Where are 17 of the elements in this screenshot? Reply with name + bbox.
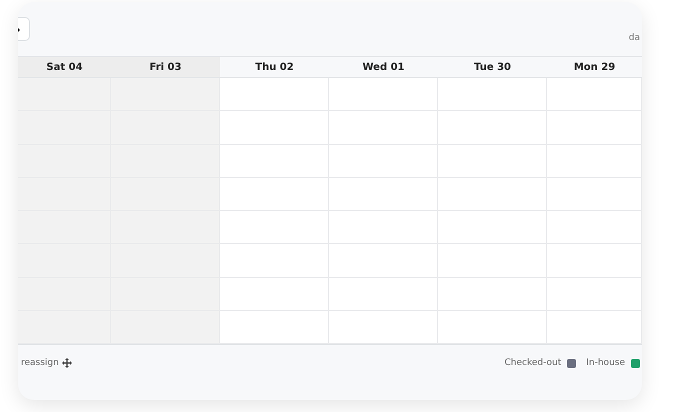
calendar-cell[interactable] bbox=[329, 311, 438, 344]
calendar-cell[interactable] bbox=[547, 311, 642, 344]
day-header: Fri 03 bbox=[111, 57, 220, 77]
legend-label: In-house bbox=[586, 358, 625, 368]
day-header: Sat 04 bbox=[18, 57, 111, 77]
view-label: da bbox=[628, 33, 640, 43]
calendar-cell[interactable] bbox=[438, 311, 547, 344]
reassign-hint: reassign bbox=[21, 358, 59, 368]
calendar-cell[interactable] bbox=[220, 78, 329, 112]
calendar-cell[interactable] bbox=[111, 311, 220, 344]
legend-label: Checked-out bbox=[504, 358, 562, 368]
move-icon bbox=[62, 358, 72, 368]
calendar-cell[interactable] bbox=[329, 78, 438, 112]
calendar-cell[interactable] bbox=[220, 311, 329, 344]
calendar-cell[interactable] bbox=[438, 78, 547, 112]
calendar-cell[interactable] bbox=[111, 78, 220, 112]
calendar-cell[interactable] bbox=[547, 78, 642, 112]
